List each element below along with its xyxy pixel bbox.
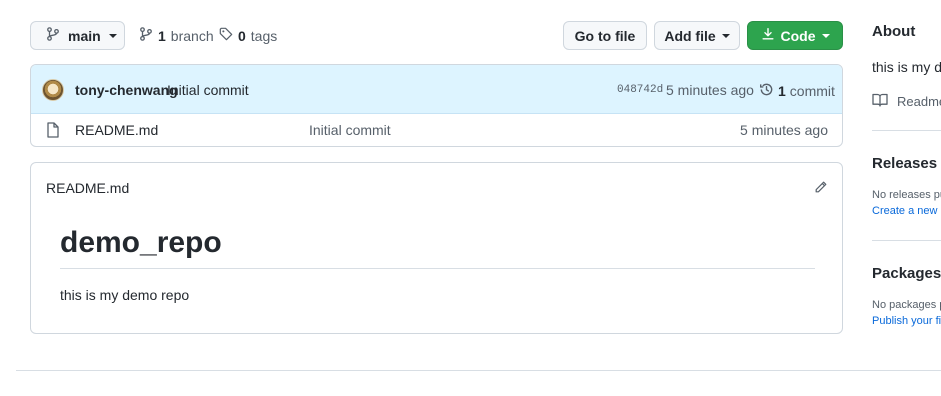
readme-panel: README.md demo_repo this is my demo repo <box>30 162 843 334</box>
add-file-label: Add file <box>664 27 716 44</box>
commit-time: 5 minutes ago <box>666 82 754 98</box>
packages-heading[interactable]: Packages <box>872 265 941 282</box>
branch-select-button[interactable]: main <box>30 21 125 50</box>
tag-count: 0 <box>238 27 246 44</box>
chevron-down-icon <box>821 33 830 38</box>
branches-link[interactable]: 1 branch <box>139 27 214 44</box>
avatar[interactable] <box>42 79 64 101</box>
packages-text: No packages p <box>872 299 941 311</box>
releases-heading[interactable]: Releases <box>872 155 937 172</box>
releases-text: No releases pu <box>872 189 941 201</box>
readme-body: this is my demo repo <box>60 287 190 303</box>
code-button[interactable]: Code <box>747 21 843 50</box>
branch-count: 1 <box>158 27 166 44</box>
file-commit-message[interactable]: Initial commit <box>309 122 391 138</box>
book-icon <box>872 93 888 110</box>
readme-filename: README.md <box>46 180 130 196</box>
chevron-down-icon <box>721 33 730 38</box>
tag-icon <box>219 27 233 44</box>
readme-link[interactable]: Readme <box>872 93 941 110</box>
file-name-link[interactable]: README.md <box>75 122 158 138</box>
commit-count: 1 <box>778 83 786 99</box>
file-commit-time: 5 minutes ago <box>740 122 828 138</box>
tags-link[interactable]: 0 tags <box>219 27 277 44</box>
readme-link-label: Readme <box>897 94 941 109</box>
file-listing: tony-chenwang Initial commit 048742d 5 m… <box>30 64 843 147</box>
download-icon <box>761 27 775 44</box>
divider <box>872 130 941 131</box>
git-branch-icon <box>46 27 60 44</box>
divider <box>872 240 941 241</box>
latest-commit-bar: tony-chenwang Initial commit 048742d 5 m… <box>31 65 842 114</box>
create-release-link[interactable]: Create a new r <box>872 205 941 217</box>
file-icon <box>46 122 60 141</box>
readme-heading: demo_repo <box>60 226 222 259</box>
code-label: Code <box>780 27 816 44</box>
history-icon <box>759 82 774 100</box>
add-file-button[interactable]: Add file <box>654 21 740 50</box>
branch-name: main <box>68 27 101 44</box>
tag-label: tags <box>250 27 278 44</box>
about-heading: About <box>872 23 916 40</box>
pencil-icon[interactable] <box>814 180 828 197</box>
git-branch-icon <box>139 27 153 44</box>
chevron-down-icon <box>108 33 117 38</box>
divider <box>60 268 815 269</box>
publish-package-link[interactable]: Publish your fi <box>872 315 941 327</box>
branch-label: branch <box>170 27 214 44</box>
commit-count-label: commit <box>789 83 835 99</box>
table-row[interactable]: README.md Initial commit 5 minutes ago <box>31 114 842 146</box>
divider <box>16 370 941 371</box>
commit-sha[interactable]: 048742d <box>617 84 663 96</box>
commit-message[interactable]: Initial commit <box>167 82 249 98</box>
commit-author[interactable]: tony-chenwang <box>75 82 178 98</box>
commit-history-link[interactable]: 1 commit <box>759 82 835 100</box>
go-to-file-button[interactable]: Go to file <box>563 21 647 50</box>
about-description: this is my d <box>872 59 941 75</box>
